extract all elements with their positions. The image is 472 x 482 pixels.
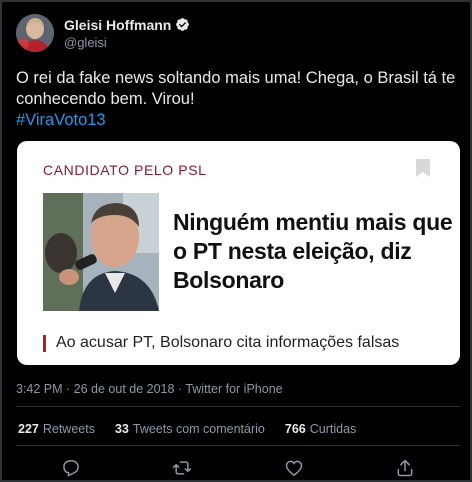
card-photo xyxy=(43,193,159,311)
quotes-stat[interactable]: 33 Tweets com comentário xyxy=(115,422,265,436)
like-button[interactable] xyxy=(284,458,304,478)
bookmark-icon xyxy=(416,159,430,177)
avatar[interactable] xyxy=(16,14,54,52)
card-subheadline-text: Ao acusar PT, Bolsonaro cita informações… xyxy=(56,334,400,351)
tweet-container: Gleisi Hoffmann @gleisi O rei da fake ne… xyxy=(0,0,472,482)
subheadline-accent-bar xyxy=(43,334,46,352)
share-icon xyxy=(397,459,413,477)
retweets-label: Retweets xyxy=(42,422,95,436)
tweet-timestamp[interactable]: 3:42 PM · 26 de out de 2018 · Twitter fo… xyxy=(16,382,283,396)
card-headline: Ninguém mentiu mais que o PT nesta eleiç… xyxy=(173,209,453,293)
tweet-body: O rei da fake news soltando mais uma! Ch… xyxy=(16,69,456,108)
verified-badge-icon xyxy=(176,18,190,31)
hashtag-link[interactable]: #ViraVoto13 xyxy=(16,110,456,131)
author-display-name[interactable]: Gleisi Hoffmann xyxy=(64,17,171,33)
retweet-icon xyxy=(172,461,192,475)
action-bar xyxy=(2,458,472,480)
retweet-button[interactable] xyxy=(172,458,192,478)
card-subheadline: Ao acusar PT, Bolsonaro cita informações… xyxy=(43,334,399,352)
link-card[interactable]: CANDIDATO PELO PSL Ninguém mentiu mais q… xyxy=(17,141,460,365)
retweets-count: 227 xyxy=(18,422,39,436)
tweet-header: Gleisi Hoffmann @gleisi xyxy=(16,14,190,52)
likes-label: Curtidas xyxy=(309,422,357,436)
engagement-stats: 227 Retweets 33 Tweets com comentário 766 C… xyxy=(18,422,376,436)
quotes-count: 33 xyxy=(114,422,129,436)
card-kicker: CANDIDATO PELO PSL xyxy=(43,162,207,178)
name-row: Gleisi Hoffmann xyxy=(64,17,190,33)
retweets-stat[interactable]: 227 Retweets xyxy=(18,422,95,436)
likes-count: 766 xyxy=(284,422,306,436)
share-button[interactable] xyxy=(395,458,415,478)
reply-button[interactable] xyxy=(61,458,81,478)
author-names: Gleisi Hoffmann @gleisi xyxy=(64,17,190,50)
likes-stat[interactable]: 766 Curtidas xyxy=(285,422,356,436)
reply-icon xyxy=(63,460,79,477)
divider xyxy=(16,406,460,407)
author-handle[interactable]: @gleisi xyxy=(64,35,190,50)
heart-icon xyxy=(285,460,303,476)
tweet-text: O rei da fake news soltando mais uma! Ch… xyxy=(16,68,456,131)
divider xyxy=(16,445,460,446)
quotes-label: Tweets com comentário xyxy=(132,422,265,436)
